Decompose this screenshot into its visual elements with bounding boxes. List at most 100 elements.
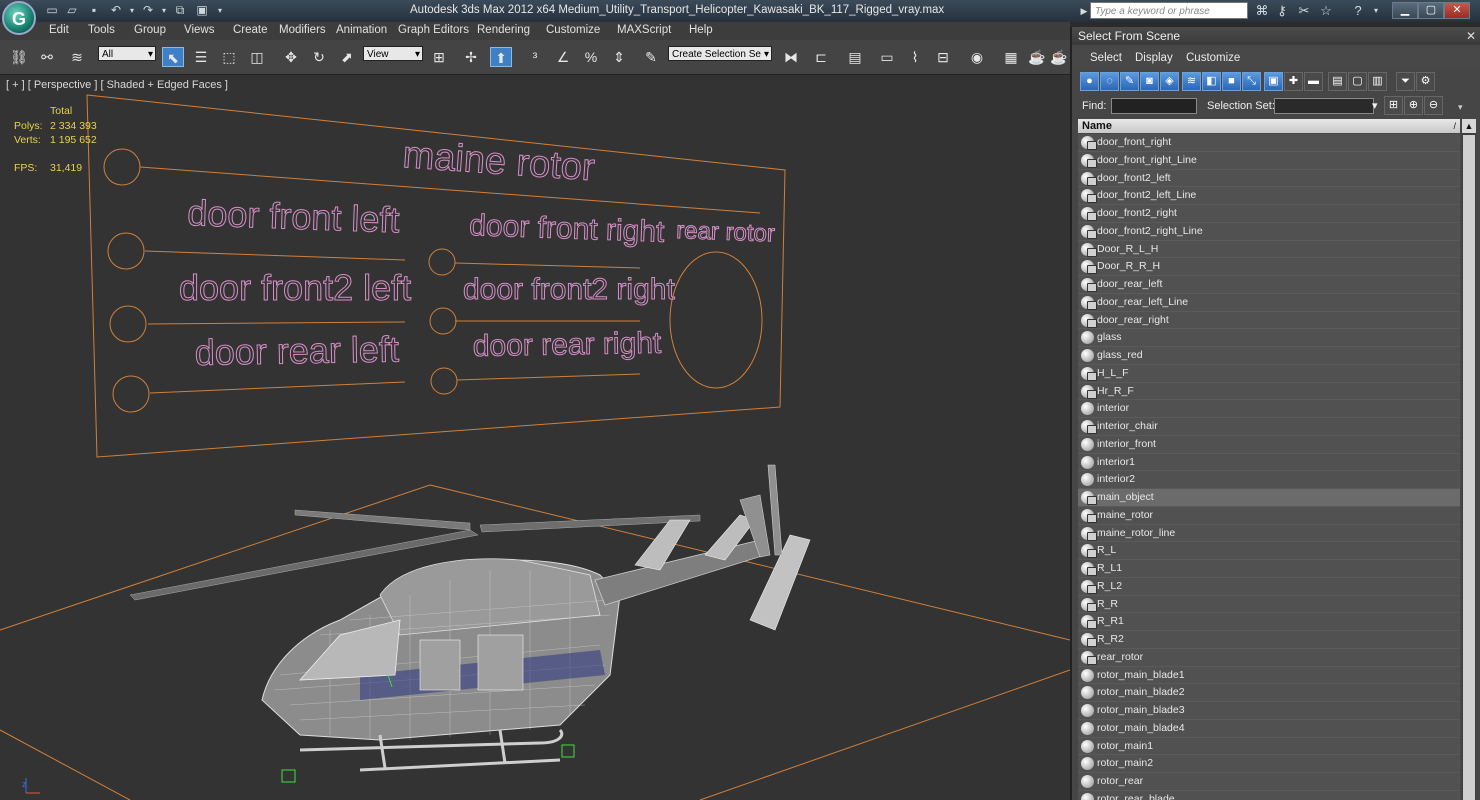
scroll-thumb[interactable] <box>1463 135 1475 800</box>
dialog-menu-select[interactable]: Select <box>1090 52 1122 64</box>
list-item[interactable]: rotor_main_blade3 <box>1078 702 1460 720</box>
list-item[interactable]: R_L2 <box>1078 578 1460 596</box>
list-item[interactable]: interior_front <box>1078 436 1460 454</box>
project-folder-icon[interactable]: ▣ <box>194 3 210 18</box>
unlink-icon[interactable]: ⚯ <box>36 47 58 67</box>
schematic-view-icon[interactable]: ⊟ <box>932 47 954 67</box>
rect-selection-icon[interactable]: ⬚ <box>218 47 240 67</box>
menu-maxscript[interactable]: MAXScript <box>617 24 671 36</box>
save-icon[interactable]: ▪ <box>86 3 102 18</box>
remove-from-selection-set-icon[interactable]: ⊖ <box>1424 96 1443 115</box>
undo-icon[interactable]: ↶ <box>108 3 124 18</box>
list-item[interactable]: door_front2_right_Line <box>1078 223 1460 241</box>
menu-help[interactable]: Help <box>689 24 713 36</box>
find-input[interactable] <box>1111 98 1197 114</box>
hold-icon[interactable]: ⧉ <box>172 3 188 18</box>
filter-xrefs-icon[interactable]: ■ <box>1222 72 1241 91</box>
dialog-menu-display[interactable]: Display <box>1135 52 1173 64</box>
tools-icon[interactable]: ✂ <box>1296 3 1312 19</box>
selection-filter-dropdown[interactable]: All <box>98 46 156 62</box>
list-item[interactable]: door_front2_left <box>1078 170 1460 188</box>
filter-lights-icon[interactable]: ✎ <box>1120 72 1139 91</box>
viewport-label[interactable]: [ + ] [ Perspective ] [ Shaded + Edged F… <box>6 79 228 91</box>
menu-rendering[interactable]: Rendering <box>477 24 530 36</box>
graphite-ribbon-icon[interactable]: ▭ <box>876 47 898 67</box>
menu-create[interactable]: Create <box>233 24 268 36</box>
list-item[interactable]: rotor_main_blade1 <box>1078 667 1460 685</box>
list-item[interactable]: door_rear_left <box>1078 276 1460 294</box>
filter-spacewarps-icon[interactable]: ≋ <box>1182 72 1201 91</box>
list-item[interactable]: door_front2_right <box>1078 205 1460 223</box>
curve-editor-icon[interactable]: ⌇ <box>904 47 926 67</box>
list-item[interactable]: rear_rotor <box>1078 649 1460 667</box>
list-item[interactable]: rotor_main1 <box>1078 738 1460 756</box>
filter-groups-icon[interactable]: ◧ <box>1202 72 1221 91</box>
filter-geometry-icon[interactable]: ● <box>1080 72 1099 91</box>
select-invert-icon[interactable]: ▥ <box>1368 72 1387 91</box>
name-column-header[interactable]: Name / <box>1078 119 1460 133</box>
redo-dropdown-icon[interactable]: ▾ <box>156 3 172 18</box>
menu-edit[interactable]: Edit <box>49 24 69 36</box>
material-editor-icon[interactable]: ◉ <box>966 47 988 67</box>
menu-modifiers[interactable]: Modifiers <box>279 24 326 36</box>
menu-group[interactable]: Group <box>134 24 166 36</box>
layer-manager-icon[interactable]: ▤ <box>844 47 866 67</box>
list-item[interactable]: glass_red <box>1078 347 1460 365</box>
render-production-icon[interactable]: ☕ <box>1048 47 1070 67</box>
mirror-icon[interactable]: ⧓ <box>780 47 802 67</box>
list-item[interactable]: door_rear_right <box>1078 312 1460 330</box>
perspective-viewport[interactable]: maine rotor door front left door front r… <box>0 75 1070 800</box>
display-influences-icon[interactable]: ▬ <box>1304 72 1323 91</box>
quick-access-dropdown-icon[interactable]: ▾ <box>212 3 228 18</box>
new-file-icon[interactable]: ▭ <box>44 3 60 18</box>
filter-funnel-icon[interactable]: ⏷ <box>1396 72 1415 91</box>
select-by-name-icon[interactable]: ☰ <box>190 47 212 67</box>
star-icon[interactable]: ☆ <box>1318 3 1334 19</box>
list-item[interactable]: maine_rotor_line <box>1078 525 1460 543</box>
app-logo-icon[interactable]: G <box>2 1 36 35</box>
menu-tools[interactable]: Tools <box>88 24 115 36</box>
list-item[interactable]: main_object <box>1078 489 1460 507</box>
key-icon[interactable]: ⚷ <box>1274 3 1290 19</box>
list-item[interactable]: R_R1 <box>1078 613 1460 631</box>
list-item[interactable]: interior <box>1078 400 1460 418</box>
binoculars-icon[interactable]: ⌘ <box>1254 3 1270 19</box>
render-setup-icon[interactable]: ▦ <box>1000 47 1022 67</box>
helicopter-model[interactable] <box>129 464 811 783</box>
link-icon[interactable]: ⛓ <box>8 47 30 67</box>
help-dropdown-icon[interactable]: ▾ <box>1368 3 1384 19</box>
object-list-scrollbar[interactable]: ▲ <box>1462 119 1476 800</box>
list-item[interactable]: glass <box>1078 329 1460 347</box>
rotate-icon[interactable]: ↻ <box>308 47 330 67</box>
list-item[interactable]: door_front2_left_Line <box>1078 187 1460 205</box>
bind-space-warp-icon[interactable]: ≋ <box>66 47 88 67</box>
list-item[interactable]: door_rear_left_Line <box>1078 294 1460 312</box>
list-item[interactable]: Door_R_R_H <box>1078 258 1460 276</box>
scale-icon[interactable]: ⬈ <box>336 47 358 67</box>
close-button[interactable]: ✕ <box>1444 2 1470 19</box>
list-item[interactable]: interior2 <box>1078 471 1460 489</box>
list-item[interactable]: interior_chair <box>1078 418 1460 436</box>
reference-coordinate-dropdown[interactable]: View <box>363 46 423 62</box>
menu-animation[interactable]: Animation <box>336 24 387 36</box>
window-crossing-icon[interactable]: ◫ <box>246 47 268 67</box>
open-file-icon[interactable]: ▱ <box>64 3 80 18</box>
percent-snap-icon[interactable]: % <box>580 47 602 67</box>
maximize-button[interactable]: ▢ <box>1418 2 1444 19</box>
select-all-icon[interactable]: ▤ <box>1328 72 1347 91</box>
create-selection-set-icon[interactable]: ⊞ <box>1384 96 1403 115</box>
display-children-icon[interactable]: ✚ <box>1284 72 1303 91</box>
dialog-close-icon[interactable]: ✕ <box>1466 27 1476 45</box>
list-item[interactable]: rotor_rear <box>1078 773 1460 791</box>
menu-graph-editors[interactable]: Graph Editors <box>398 24 469 36</box>
filter-settings-icon[interactable]: ⚙ <box>1416 72 1435 91</box>
list-item[interactable]: Door_R_L_H <box>1078 241 1460 259</box>
scroll-up-icon[interactable]: ▲ <box>1462 119 1476 133</box>
align-icon[interactable]: ⊏ <box>810 47 832 67</box>
list-item[interactable]: interior1 <box>1078 454 1460 472</box>
filter-cameras-icon[interactable]: ◙ <box>1140 72 1159 91</box>
redo-icon[interactable]: ↷ <box>140 3 156 18</box>
filter-helpers-icon[interactable]: ◈ <box>1160 72 1179 91</box>
filter-shapes-icon[interactable]: ◌ <box>1100 72 1119 91</box>
filter-containers-icon[interactable]: ▣ <box>1264 72 1283 91</box>
